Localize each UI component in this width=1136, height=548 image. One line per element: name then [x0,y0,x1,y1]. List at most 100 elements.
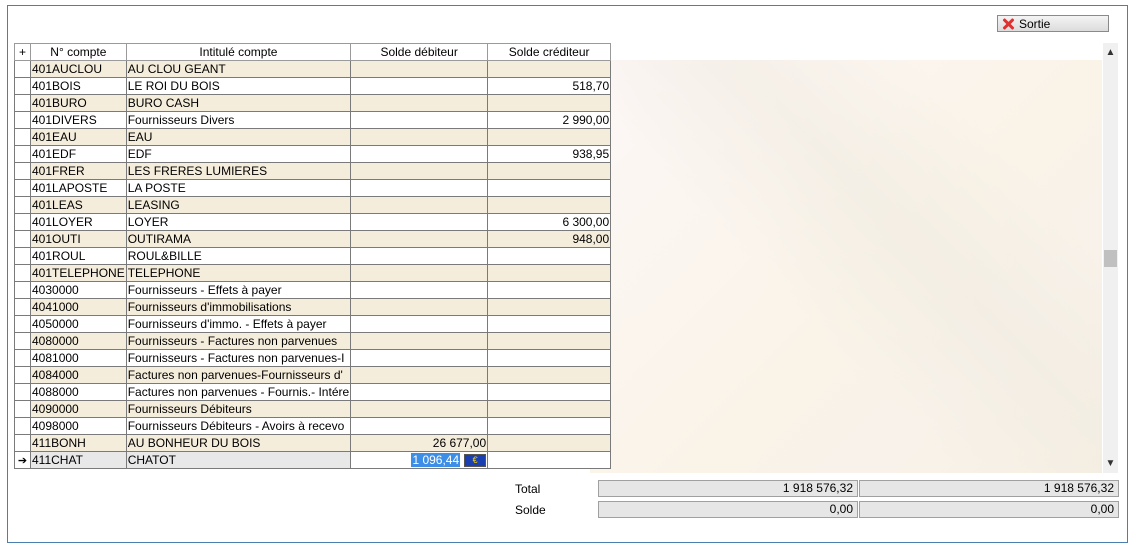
cell-label[interactable]: Fournisseurs Débiteurs - Avoirs à recevo [125,417,352,435]
cell-debit[interactable] [350,332,489,350]
cell-debit[interactable] [350,247,489,265]
cell-account[interactable]: 411BONH [30,434,127,452]
col-header-credit[interactable]: Solde créditeur [487,43,612,61]
cell-account[interactable]: 401DIVERS [30,111,127,129]
row-selector[interactable] [14,332,31,350]
table-row[interactable]: 401LAPOSTE LA POSTE [14,179,612,197]
cell-credit[interactable] [487,298,612,316]
cell-credit[interactable] [487,179,612,197]
cell-debit[interactable] [350,111,489,129]
row-selector[interactable] [14,145,31,163]
col-header-label[interactable]: Intitulé compte [125,43,352,61]
table-row[interactable]: 401FRER LES FRERES LUMIERES [14,162,612,180]
exit-button[interactable]: Sortie [997,15,1109,32]
cell-debit[interactable] [350,128,489,146]
row-selector[interactable] [14,60,31,78]
table-row[interactable]: 4084000 Factures non parvenues-Fournisseu… [14,366,612,384]
cell-label[interactable]: Fournisseurs Divers [125,111,352,129]
cell-account[interactable]: 401FRER [30,162,127,180]
cell-label[interactable]: Fournisseurs Débiteurs [125,400,352,418]
cell-debit[interactable] [350,366,489,384]
cell-debit[interactable] [350,60,489,78]
cell-debit[interactable] [350,400,489,418]
cell-label[interactable]: LEASING [125,196,352,214]
cell-account[interactable]: 401TELEPHONE [30,264,127,282]
cell-credit[interactable] [487,94,612,112]
cell-account[interactable]: 4080000 [30,332,127,350]
cell-label[interactable]: Factures non parvenues-Fournisseurs d' [125,366,352,384]
row-selector[interactable] [14,349,31,367]
add-column-icon[interactable]: + [14,43,31,61]
row-selector[interactable] [14,298,31,316]
scroll-up-icon[interactable]: ▲ [1103,45,1118,60]
row-selector[interactable] [14,264,31,282]
cell-debit[interactable] [350,230,489,248]
cell-debit[interactable]: 26 677,00 [350,434,489,452]
cell-label[interactable]: TELEPHONE [125,264,352,282]
cell-account[interactable]: 401EAU [30,128,127,146]
cell-credit[interactable] [487,383,612,401]
col-header-account[interactable]: N° compte [30,43,127,61]
cell-label[interactable]: CHATOT [125,451,352,469]
row-selector[interactable] [14,434,31,452]
cell-debit[interactable] [350,162,489,180]
cell-credit[interactable] [487,247,612,265]
cell-account[interactable]: 401AUCLOU [30,60,127,78]
cell-debit-editor[interactable]: 1 096,44 € [350,451,489,469]
table-row[interactable]: 4088000 Factures non parvenues - Fournis.… [14,383,612,401]
cell-debit[interactable] [350,77,489,95]
cell-label[interactable]: Fournisseurs - Factures non parvenues [125,332,352,350]
table-row-current[interactable]: ➔ 411CHAT CHATOT 1 096,44 € [14,451,612,469]
table-row[interactable]: 4098000 Fournisseurs Débiteurs - Avoirs à… [14,417,612,435]
cell-account[interactable]: 401EDF [30,145,127,163]
table-row[interactable]: 401AUCLOU AU CLOU GEANT [14,60,612,78]
cell-credit[interactable] [487,128,612,146]
cell-account[interactable]: 401LAPOSTE [30,179,127,197]
row-selector[interactable] [14,417,31,435]
cell-label[interactable]: ROUL&BILLE [125,247,352,265]
row-selector[interactable] [14,77,31,95]
table-row[interactable]: 401BURO BURO CASH [14,94,612,112]
cell-debit[interactable] [350,349,489,367]
cell-account[interactable]: 4098000 [30,417,127,435]
row-selector[interactable] [14,281,31,299]
cell-account[interactable]: 411CHAT [30,451,127,469]
cell-debit[interactable] [350,298,489,316]
cell-account[interactable]: 401OUTI [30,230,127,248]
scroll-down-icon[interactable]: ▼ [1103,456,1118,471]
table-row[interactable]: 401DIVERS Fournisseurs Divers 2 990,00 [14,111,612,129]
cell-credit[interactable] [487,332,612,350]
cell-credit[interactable] [487,451,612,469]
table-row[interactable]: 411BONH AU BONHEUR DU BOIS 26 677,00 [14,434,612,452]
table-row[interactable]: 401ROUL ROUL&BILLE [14,247,612,265]
cell-label[interactable]: LA POSTE [125,179,352,197]
cell-debit[interactable] [350,315,489,333]
col-header-debit[interactable]: Solde débiteur [350,43,489,61]
vertical-scrollbar[interactable]: ▲ ▼ [1103,43,1118,473]
cell-debit[interactable] [350,213,489,231]
table-row[interactable]: 401TELEPHONE TELEPHONE [14,264,612,282]
table-row[interactable]: 401LEAS LEASING [14,196,612,214]
table-row[interactable]: 4090000 Fournisseurs Débiteurs [14,400,612,418]
cell-label[interactable]: AU CLOU GEANT [125,60,352,78]
cell-label[interactable]: EDF [125,145,352,163]
cell-credit[interactable] [487,281,612,299]
row-selector[interactable] [14,179,31,197]
cell-debit[interactable] [350,383,489,401]
cell-credit[interactable] [487,162,612,180]
cell-credit[interactable]: 948,00 [487,230,612,248]
cell-label[interactable]: Factures non parvenues - Fournis.- Intér… [125,383,352,401]
cell-credit[interactable] [487,60,612,78]
cell-label[interactable]: EAU [125,128,352,146]
cell-account[interactable]: 401BOIS [30,77,127,95]
cell-account[interactable]: 4050000 [30,315,127,333]
cell-label[interactable]: Fournisseurs d'immo. - Effets à payer [125,315,352,333]
cell-account[interactable]: 401BURO [30,94,127,112]
row-selector[interactable] [14,128,31,146]
cell-debit[interactable] [350,196,489,214]
cell-credit[interactable] [487,417,612,435]
cell-account[interactable]: 401ROUL [30,247,127,265]
cell-label[interactable]: AU BONHEUR DU BOIS [125,434,352,452]
table-row[interactable]: 4030000 Fournisseurs - Effets à payer [14,281,612,299]
cell-credit[interactable] [487,196,612,214]
